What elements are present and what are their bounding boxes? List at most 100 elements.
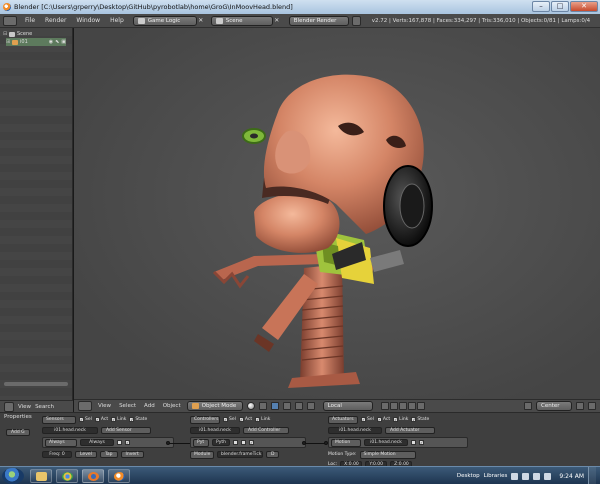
- editor-type-icon[interactable]: [78, 401, 92, 411]
- sensor-name-field[interactable]: Always: [80, 439, 114, 446]
- taskbar-explorer-button[interactable]: [30, 469, 52, 483]
- controllers-menu[interactable]: Controllers: [190, 415, 220, 424]
- menu-add[interactable]: Add: [142, 403, 157, 409]
- outliner-object-row[interactable]: ⊞ i01 ◉ ⬉ ▣: [6, 38, 66, 46]
- actuator-active-icon[interactable]: ✓: [419, 440, 424, 445]
- mode-selector[interactable]: Object Mode: [186, 401, 243, 411]
- show-desktop-button[interactable]: [588, 467, 596, 484]
- controller-mode-dropdown[interactable]: Module: [190, 450, 214, 459]
- snap-icon[interactable]: [524, 402, 532, 410]
- sensor-output-socket[interactable]: [166, 441, 170, 445]
- sensors-sel-toggle[interactable]: ✓ Sel: [79, 417, 92, 422]
- editor-type-icon[interactable]: [3, 15, 17, 26]
- controller-pin-icon[interactable]: [241, 440, 246, 445]
- expand-icon[interactable]: ⊟: [3, 30, 7, 38]
- camera-icon[interactable]: [588, 402, 596, 410]
- volume-icon[interactable]: [544, 472, 552, 480]
- render-preview-icon[interactable]: [576, 402, 584, 410]
- sensor-tap-button[interactable]: Tap: [99, 451, 118, 458]
- network-icon[interactable]: [522, 472, 530, 480]
- controllers-act-toggle[interactable]: ✓ Act: [238, 417, 252, 422]
- libraries-toolbar-label[interactable]: Libraries: [484, 473, 508, 479]
- screen-layout-selector[interactable]: Game Logic: [132, 15, 197, 26]
- sensor-level-button[interactable]: Level: [75, 451, 97, 458]
- motion-type-dropdown[interactable]: Simple Motion: [359, 450, 416, 459]
- outliner-search-menu[interactable]: Search: [35, 404, 54, 410]
- close-button[interactable]: ✕: [570, 1, 598, 12]
- cursor-icon[interactable]: ⬉: [55, 38, 59, 46]
- add-actuator-button[interactable]: Add Actuator: [385, 427, 435, 434]
- actuator-pin-icon[interactable]: [411, 440, 416, 445]
- layer-buttons[interactable]: [380, 402, 425, 410]
- add-controller-button[interactable]: Add Controller: [243, 427, 289, 434]
- menu-view[interactable]: View: [96, 403, 113, 409]
- layer-button[interactable]: [389, 402, 398, 410]
- outliner-scene-row[interactable]: ⊟ Scene: [3, 30, 32, 38]
- expand-icon[interactable]: ⊞: [6, 38, 10, 46]
- tray-arrow-icon[interactable]: [511, 472, 519, 480]
- actuators-sel-toggle[interactable]: ✓ Sel: [361, 417, 374, 422]
- sensor-type-dropdown[interactable]: Always: [45, 438, 77, 447]
- rotate-icon[interactable]: [294, 402, 303, 410]
- transform-orientation-selector[interactable]: Local: [322, 401, 373, 411]
- properties-panel-title[interactable]: Properties: [4, 414, 32, 420]
- sensor-pin-icon[interactable]: [117, 440, 122, 445]
- outliner-view-menu[interactable]: View: [18, 404, 31, 410]
- maximize-button[interactable]: □: [551, 1, 569, 12]
- sensor-invert-button[interactable]: Invert: [120, 451, 144, 458]
- controller-debug-button[interactable]: D: [266, 451, 280, 458]
- sensors-link-toggle[interactable]: ✓ Link: [111, 417, 126, 422]
- sensor-active-icon[interactable]: ✓: [125, 440, 130, 445]
- flag-icon[interactable]: [533, 472, 541, 480]
- menu-help[interactable]: Help: [105, 17, 129, 24]
- desktop-toolbar-label[interactable]: Desktop: [457, 473, 480, 479]
- remove-screen-icon[interactable]: ✕: [197, 17, 205, 25]
- camera-icon[interactable]: ▣: [61, 38, 66, 46]
- controller-name-field[interactable]: Pyth: [212, 439, 230, 446]
- sensors-state-toggle[interactable]: ✓ State: [129, 417, 147, 422]
- viewport-shading-icon[interactable]: [246, 402, 255, 410]
- actuator-name-field[interactable]: i01.head.neck: [364, 439, 408, 446]
- add-sensor-button[interactable]: Add Sensor: [101, 427, 151, 434]
- manipulator-icon[interactable]: [270, 402, 279, 410]
- actuators-link-toggle[interactable]: ✓ Link: [393, 417, 408, 422]
- layer-button[interactable]: [416, 402, 425, 410]
- controller-active-icon[interactable]: ✓: [249, 440, 254, 445]
- menu-select[interactable]: Select: [117, 403, 138, 409]
- actuators-menu[interactable]: Actuators: [328, 415, 358, 424]
- taskbar-blender-button[interactable]: [108, 469, 130, 483]
- controller-state-icon[interactable]: [233, 440, 238, 445]
- actuator-type-dropdown[interactable]: Motion: [331, 438, 361, 447]
- render-engine-selector[interactable]: Blender Render: [288, 15, 349, 26]
- layer-button[interactable]: [380, 402, 389, 410]
- clock[interactable]: 9:24 AM: [559, 473, 584, 480]
- controller-type-dropdown[interactable]: Pyt: [193, 438, 209, 447]
- controller-output-socket[interactable]: [302, 441, 306, 445]
- snap-target-selector[interactable]: Center: [536, 401, 572, 411]
- outliner-scrollbar[interactable]: [4, 382, 68, 386]
- controllers-sel-toggle[interactable]: ✓ Sel: [223, 417, 236, 422]
- actuators-state-toggle[interactable]: ✓ State: [411, 417, 429, 422]
- actuators-act-toggle[interactable]: ✓ Act: [376, 417, 390, 422]
- start-orb-icon[interactable]: [2, 468, 24, 484]
- scene-selector[interactable]: Scene: [210, 15, 273, 26]
- remove-scene-icon[interactable]: ✕: [273, 17, 281, 25]
- menu-file[interactable]: File: [20, 17, 40, 24]
- layer-button[interactable]: [407, 402, 416, 410]
- add-game-property-button[interactable]: Add G: [6, 429, 30, 436]
- sensors-act-toggle[interactable]: ✓ Act: [94, 417, 108, 422]
- translate-icon[interactable]: [282, 402, 291, 410]
- menu-object[interactable]: Object: [161, 403, 183, 409]
- minimize-button[interactable]: –: [532, 1, 550, 12]
- outliner[interactable]: ⊟ Scene ⊞ i01 ◉ ⬉ ▣: [0, 28, 73, 400]
- editor-type-icon[interactable]: [4, 401, 14, 412]
- controllers-link-toggle[interactable]: ✓ Link: [255, 417, 270, 422]
- menu-window[interactable]: Window: [71, 17, 105, 24]
- taskbar-firefox-button[interactable]: [82, 469, 104, 483]
- layer-button[interactable]: [398, 402, 407, 410]
- eye-icon[interactable]: ◉: [49, 38, 53, 46]
- 3d-viewport[interactable]: [74, 28, 600, 399]
- scale-icon[interactable]: [306, 402, 315, 410]
- menu-render[interactable]: Render: [40, 17, 71, 24]
- controller-module-field[interactable]: blender.frameTick: [217, 451, 263, 458]
